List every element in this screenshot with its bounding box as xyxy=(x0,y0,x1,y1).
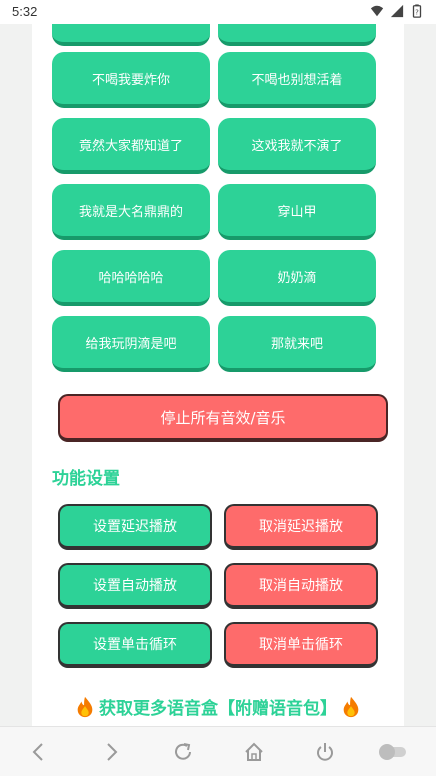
sound-button[interactable]: 我就是大名鼎鼎的 xyxy=(52,184,210,240)
cancel-delay-label: 取消延迟播放 xyxy=(259,519,343,535)
sound-button[interactable]: 这戏我就不演了 xyxy=(218,118,376,174)
sound-button[interactable]: 穿山甲 xyxy=(218,184,376,240)
toggle-icon[interactable] xyxy=(376,741,410,763)
set-auto-button[interactable]: 设置自动播放 xyxy=(58,563,212,609)
sound-button[interactable]: 给我玩阴滴是吧 xyxy=(52,316,210,372)
sound-button-label: 我就是大名鼎鼎的 xyxy=(78,204,183,220)
home-icon[interactable] xyxy=(243,741,265,763)
svg-text:?: ? xyxy=(415,9,419,17)
status-bar: 5:32 ? xyxy=(0,0,436,24)
sound-button[interactable]: 竟然大家都知道了 xyxy=(52,118,210,174)
set-delay-button[interactable]: 设置延迟播放 xyxy=(58,504,212,550)
settings-title: 功能设置 xyxy=(52,469,120,489)
sound-button-label: 哈哈哈哈哈 xyxy=(98,270,164,286)
fire-icon xyxy=(343,696,359,717)
sound-button-label: 这戏我就不演了 xyxy=(251,138,343,154)
content-card: 不喝我要炸你 不喝也别想活着 竟然大家都知道了 这戏我就不演了 我就是大名鼎鼎的… xyxy=(32,24,404,726)
back-arrow-icon[interactable] xyxy=(28,741,50,763)
power-icon[interactable] xyxy=(314,741,336,763)
refresh-icon[interactable] xyxy=(172,741,194,763)
cancel-auto-label: 取消自动播放 xyxy=(259,578,343,594)
status-icons: ? xyxy=(370,4,424,18)
set-loop-label: 设置单击循环 xyxy=(93,637,177,653)
cancel-loop-label: 取消单击循环 xyxy=(259,637,343,653)
sound-button-partial[interactable] xyxy=(52,24,210,46)
sound-button-label: 给我玩阴滴是吧 xyxy=(85,336,177,352)
sound-button-label: 竟然大家都知道了 xyxy=(78,138,183,154)
wifi-icon xyxy=(370,5,384,17)
sound-button[interactable]: 不喝也别想活着 xyxy=(218,52,376,108)
sound-button-partial[interactable] xyxy=(218,24,376,46)
cancel-loop-button[interactable]: 取消单击循环 xyxy=(224,622,378,668)
sound-button-label: 穿山甲 xyxy=(277,204,317,220)
sound-button-label: 奶奶滴 xyxy=(277,270,317,286)
sound-button[interactable]: 奶奶滴 xyxy=(218,250,376,306)
battery-icon: ? xyxy=(412,4,422,18)
set-loop-button[interactable]: 设置单击循环 xyxy=(58,622,212,668)
stop-all-label: 停止所有音效/音乐 xyxy=(160,408,286,427)
sound-button-label: 那就来吧 xyxy=(270,336,323,352)
browser-nav-bar xyxy=(0,726,436,776)
sound-button[interactable]: 不喝我要炸你 xyxy=(52,52,210,108)
set-delay-label: 设置延迟播放 xyxy=(93,519,177,535)
cancel-delay-button[interactable]: 取消延迟播放 xyxy=(224,504,378,550)
cancel-auto-button[interactable]: 取消自动播放 xyxy=(224,563,378,609)
forward-arrow-icon[interactable] xyxy=(100,741,122,763)
sound-button[interactable]: 那就来吧 xyxy=(218,316,376,372)
stop-all-button[interactable]: 停止所有音效/音乐 xyxy=(58,394,388,442)
fire-icon xyxy=(77,696,93,717)
status-time: 5:32 xyxy=(12,4,38,19)
promo-link[interactable]: 获取更多语音盒【附赠语音包】 xyxy=(52,694,384,719)
sound-button[interactable]: 哈哈哈哈哈 xyxy=(52,250,210,306)
page-background: 不喝我要炸你 不喝也别想活着 竟然大家都知道了 这戏我就不演了 我就是大名鼎鼎的… xyxy=(0,24,436,726)
sound-button-label: 不喝也别想活着 xyxy=(251,72,343,88)
set-auto-label: 设置自动播放 xyxy=(93,578,177,594)
sound-button-label: 不喝我要炸你 xyxy=(91,72,170,88)
promo-text: 获取更多语音盒【附赠语音包】 xyxy=(99,699,337,719)
signal-icon xyxy=(390,4,404,18)
